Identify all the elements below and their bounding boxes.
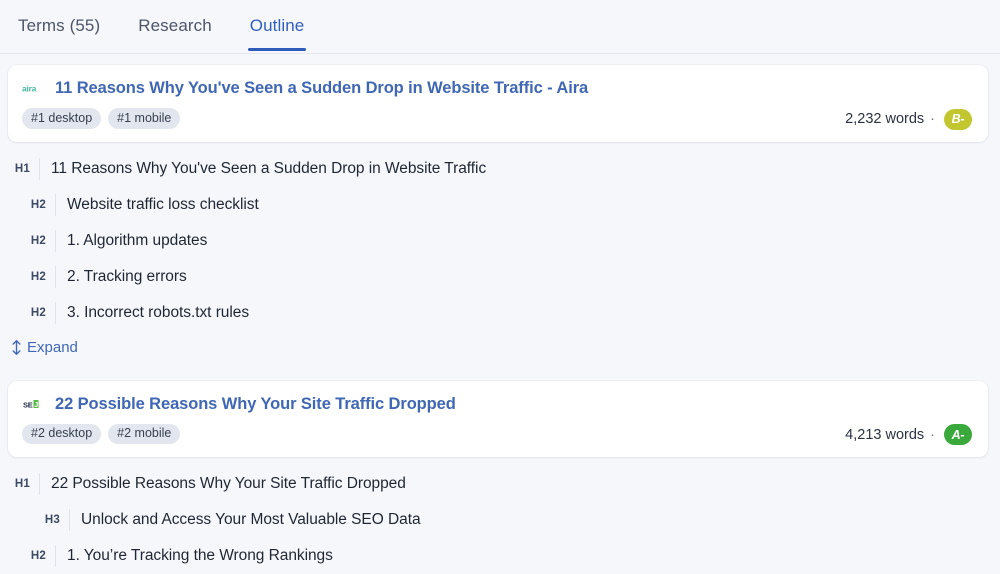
heading-text: 22 Possible Reasons Why Your Site Traffi… (40, 475, 406, 493)
heading-level-label: H2 (10, 230, 56, 252)
content-grade-badge: A- (944, 424, 972, 445)
heading-text: 3. Incorrect robots.txt rules (56, 304, 249, 322)
card-meta-row: #1 desktop #1 mobile (22, 108, 972, 129)
outline-row[interactable]: H3 Unlock and Access Your Most Valuable … (0, 502, 1000, 538)
result-card[interactable]: SE J 22 Possible Reasons Why Your Site T… (8, 381, 988, 458)
outline-row[interactable]: H2 2. Tracking errors (0, 259, 1000, 295)
svg-text:aira: aira (22, 84, 37, 94)
heading-text: 2. Tracking errors (56, 268, 187, 286)
outline-row[interactable]: H2 3. Incorrect robots.txt rules (0, 295, 1000, 331)
card-title-row: SE J 22 Possible Reasons Why Your Site T… (22, 395, 972, 414)
rank-pill-desktop: #2 desktop (22, 424, 101, 445)
card-title-row: aira 11 Reasons Why You've Seen a Sudden… (22, 79, 972, 98)
heading-level-label: H3 (10, 509, 70, 531)
result-title-link[interactable]: 11 Reasons Why You've Seen a Sudden Drop… (55, 79, 588, 98)
outline-row[interactable]: H1 22 Possible Reasons Why Your Site Tra… (0, 466, 1000, 502)
tab-terms-label: Terms (55) (18, 16, 100, 35)
tab-terms[interactable]: Terms (55) (18, 0, 100, 50)
svg-text:SE: SE (23, 400, 33, 409)
result-card[interactable]: aira 11 Reasons Why You've Seen a Sudden… (8, 65, 988, 142)
card-stats: 2,232 words · B- (845, 109, 972, 130)
heading-level-label: H1 (10, 473, 40, 495)
tab-research[interactable]: Research (138, 0, 212, 50)
sej-favicon: SE J (22, 397, 48, 412)
heading-level-label: H2 (10, 194, 56, 216)
word-count: 2,232 words (845, 111, 924, 127)
outline-row[interactable]: H2 Website traffic loss checklist (0, 187, 1000, 223)
outline-row[interactable]: H1 11 Reasons Why You've Seen a Sudden D… (0, 151, 1000, 187)
result-title-link[interactable]: 22 Possible Reasons Why Your Site Traffi… (55, 395, 456, 414)
heading-text: Website traffic loss checklist (56, 196, 259, 214)
heading-level-label: H1 (10, 158, 40, 180)
aira-favicon: aira (22, 81, 48, 96)
expand-label: Expand (27, 339, 78, 356)
block-spacer (0, 356, 1000, 370)
results-list: aira 11 Reasons Why You've Seen a Sudden… (0, 65, 1000, 574)
word-count: 4,213 words (845, 427, 924, 443)
stat-separator: · (930, 111, 935, 127)
rank-pill-mobile: #2 mobile (108, 424, 180, 445)
heading-level-label: H2 (10, 545, 56, 567)
tab-research-label: Research (138, 16, 212, 35)
outline-row[interactable]: H2 1. You’re Tracking the Wrong Rankings (0, 538, 1000, 574)
heading-text: 11 Reasons Why You've Seen a Sudden Drop… (40, 160, 486, 178)
outline-row[interactable]: H2 1. Algorithm updates (0, 223, 1000, 259)
card-stats: 4,213 words · A- (845, 424, 972, 445)
result-block: SE J 22 Possible Reasons Why Your Site T… (0, 381, 1000, 574)
outline-list: H1 22 Possible Reasons Why Your Site Tra… (0, 457, 1000, 574)
content-grade-badge: B- (944, 109, 972, 130)
tab-outline[interactable]: Outline (250, 0, 305, 50)
card-meta-row: #2 desktop #2 mobile (22, 424, 972, 445)
expand-arrows-icon (10, 339, 22, 355)
heading-text: Unlock and Access Your Most Valuable SEO… (70, 511, 421, 529)
rank-pill-mobile: #1 mobile (108, 108, 180, 129)
result-block: aira 11 Reasons Why You've Seen a Sudden… (0, 65, 1000, 356)
tab-bar: Terms (55) Research Outline (0, 0, 1000, 54)
rank-pill-desktop: #1 desktop (22, 108, 101, 129)
tab-outline-label: Outline (250, 16, 305, 35)
heading-text: 1. You’re Tracking the Wrong Rankings (56, 547, 333, 565)
heading-text: 1. Algorithm updates (56, 232, 207, 250)
outline-list: H1 11 Reasons Why You've Seen a Sudden D… (0, 142, 1000, 331)
stat-separator: · (930, 427, 935, 443)
svg-text:J: J (34, 402, 38, 409)
heading-level-label: H2 (10, 266, 56, 288)
expand-button[interactable]: Expand (0, 331, 78, 356)
heading-level-label: H2 (10, 302, 56, 324)
